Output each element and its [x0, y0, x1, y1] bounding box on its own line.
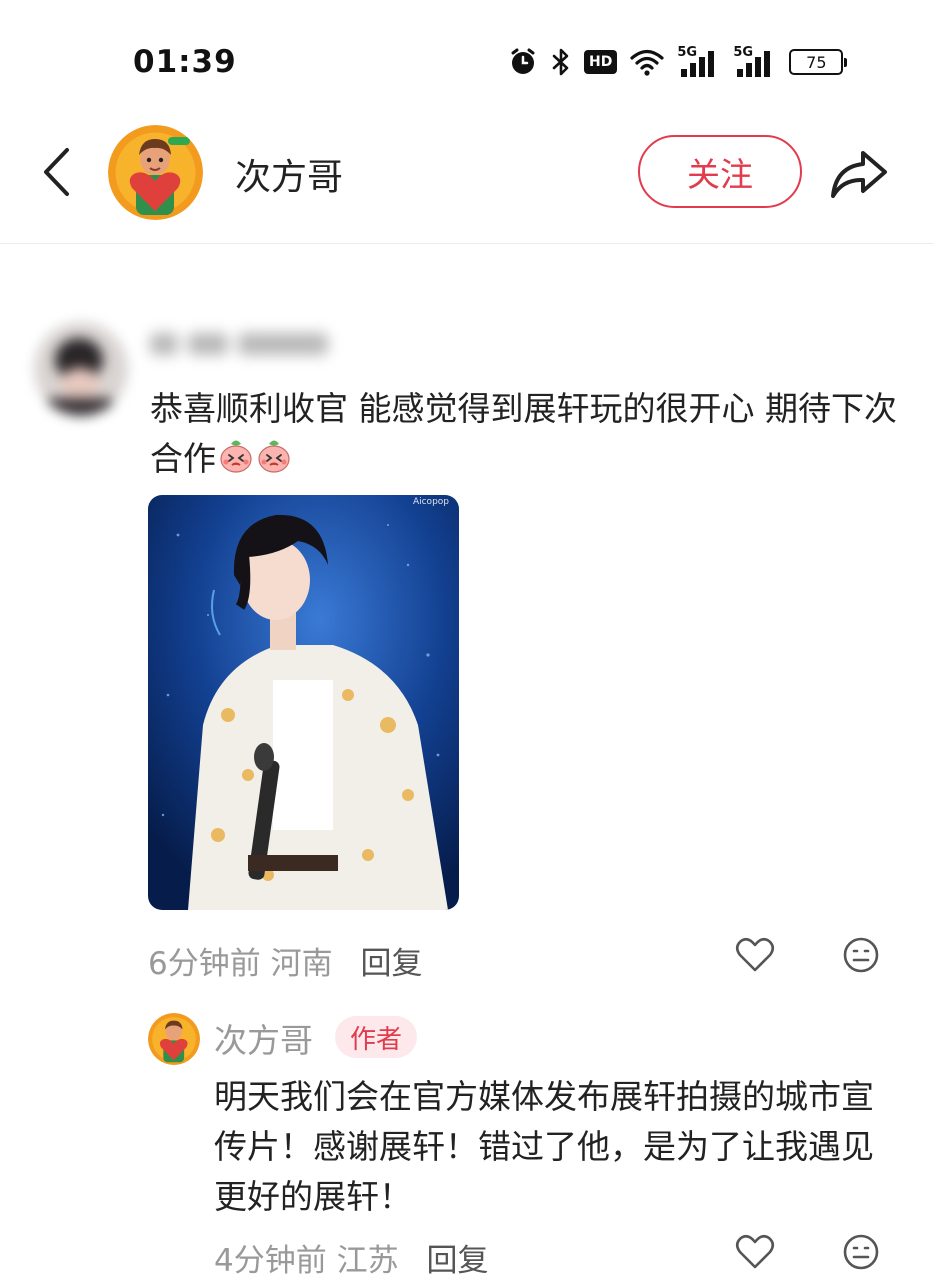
header: 次方哥 关注: [0, 110, 934, 244]
share-button[interactable]: [826, 144, 892, 204]
commenter-avatar[interactable]: [34, 322, 128, 416]
bluetooth-icon: [550, 44, 572, 80]
alarm-icon: [508, 44, 538, 80]
back-button[interactable]: [34, 144, 78, 200]
reply-text: 明天我们会在官方媒体发布展轩拍摄的城市宣传片！感谢展轩！错过了他，是为了让我遇见…: [214, 1077, 874, 1216]
status-bar: 01:39 HD 5G 5G 75: [0, 0, 934, 110]
reply-author-name[interactable]: 次方哥: [214, 1014, 313, 1062]
photo-watermark: Aicopop: [412, 497, 449, 507]
reply-location: 江苏: [336, 1243, 399, 1279]
signal-icon: 5G: [677, 45, 721, 79]
page-title[interactable]: 次方哥: [235, 148, 343, 200]
sticker-emoji: [218, 438, 254, 474]
reply-time: 4分钟前: [214, 1243, 327, 1279]
reply-button[interactable]: 回复: [426, 1243, 488, 1279]
hd-icon: HD: [584, 50, 618, 74]
chevron-left-icon: [44, 148, 69, 196]
commenter-name[interactable]: [150, 322, 350, 366]
status-time: 01:39: [133, 44, 237, 80]
reply-avatar[interactable]: [148, 1013, 200, 1065]
comment-location: 河南: [270, 946, 333, 982]
signal-icon: 5G: [733, 45, 777, 79]
heart-icon[interactable]: [735, 935, 775, 975]
heart-icon[interactable]: [735, 1232, 775, 1272]
comment-text: 恭喜顺利收官 能感觉得到展轩玩的很开心 期待下次合作: [150, 389, 897, 478]
reply-meta: 4分钟前 江苏 回复: [214, 1235, 488, 1280]
avatar[interactable]: [108, 125, 203, 220]
author-badge: 作者: [335, 1016, 417, 1058]
comment-time: 6分钟前: [148, 946, 261, 982]
wifi-icon: [629, 44, 665, 80]
emoji-icon[interactable]: [841, 935, 881, 975]
follow-button[interactable]: 关注: [638, 135, 802, 208]
sticker-emoji: [256, 438, 292, 474]
share-icon: [831, 151, 887, 198]
comment-photo[interactable]: Aicopop: [148, 495, 459, 910]
status-icons: HD 5G 5G 75: [508, 44, 855, 80]
comment-meta: 6分钟前 河南 回复: [148, 938, 422, 983]
battery-icon: 75: [789, 49, 848, 75]
emoji-icon[interactable]: [841, 1232, 881, 1272]
reply-button[interactable]: 回复: [360, 946, 422, 982]
